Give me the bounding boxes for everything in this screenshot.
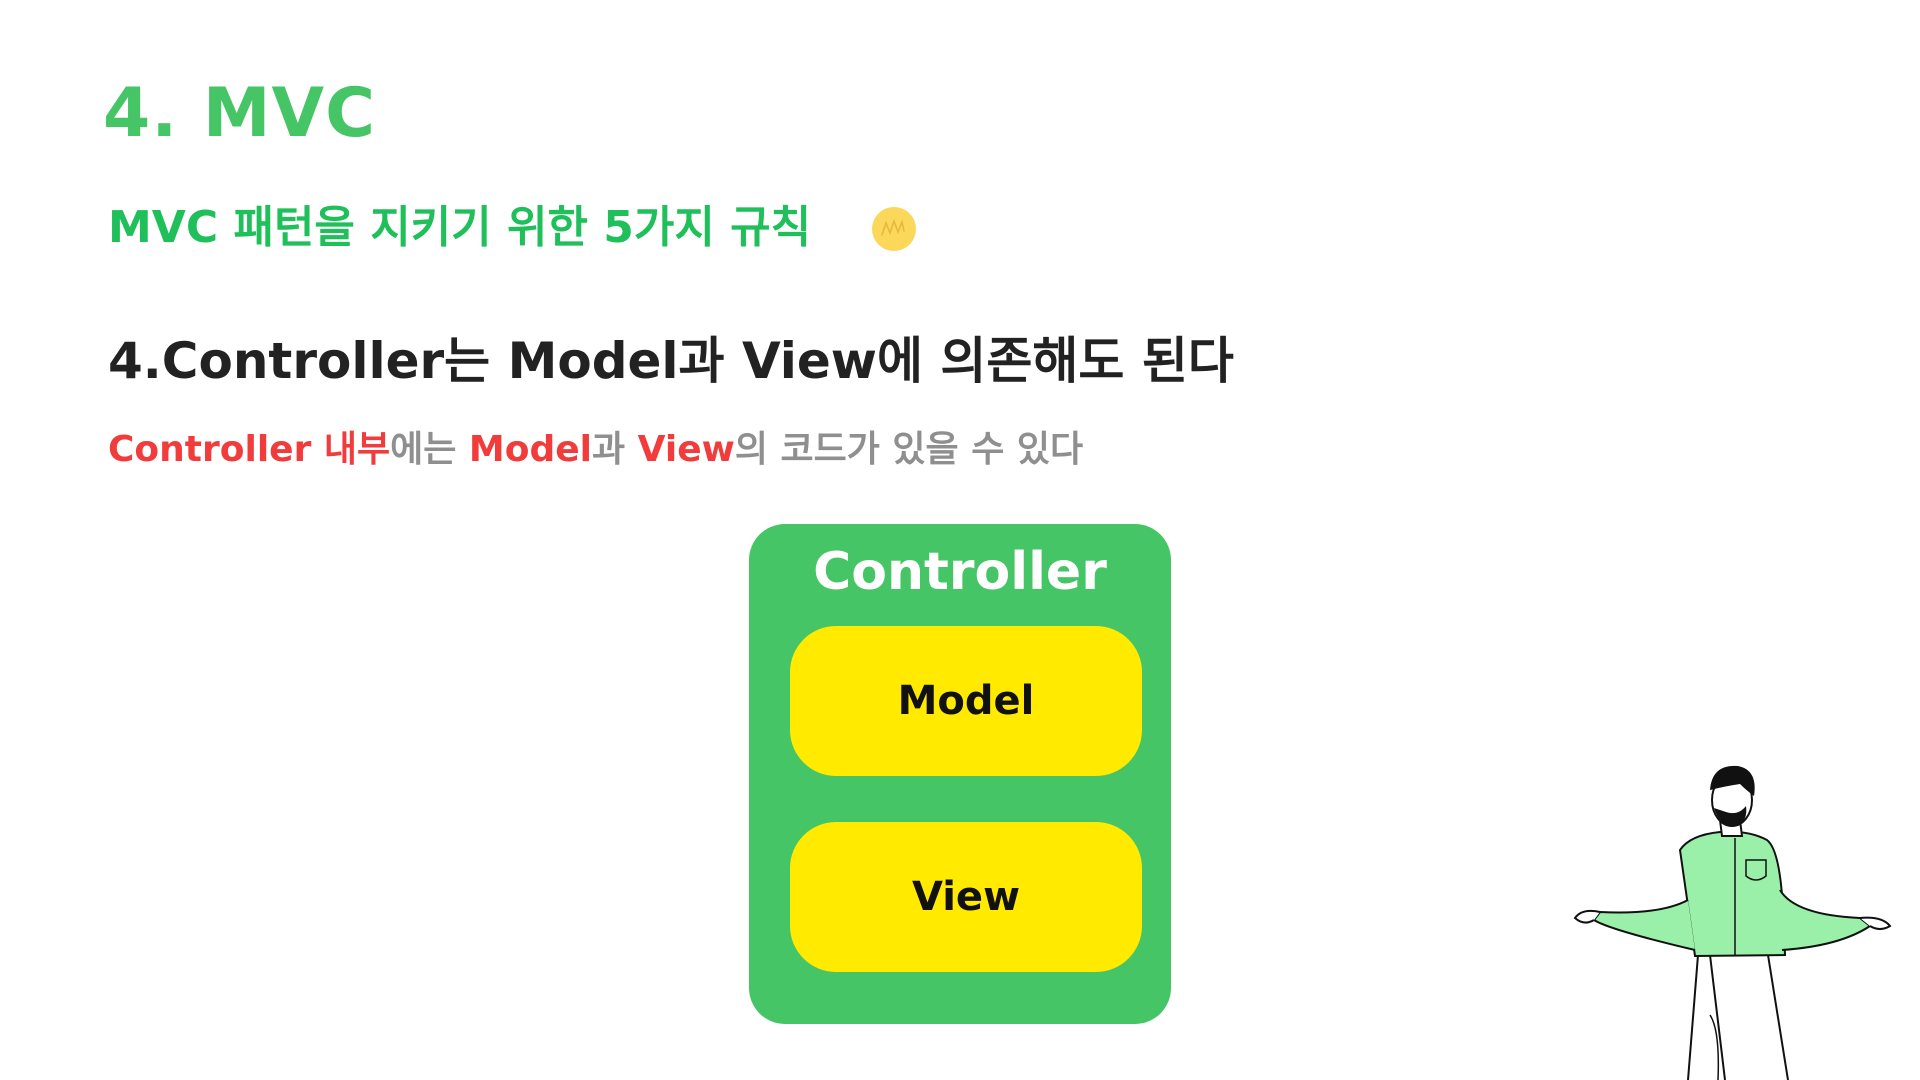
shrugging-person-illustration [1573,765,1892,1080]
description-text-1: 에는 [390,429,469,470]
controller-label: Controller [813,542,1107,602]
person-right-arm [1779,889,1872,951]
description-text-2: 과 [591,429,638,470]
model-box: Model [790,626,1142,776]
description-controller-inner: Controller 내부 [108,429,391,470]
person-legs [1687,954,1789,1080]
model-label: Model [897,678,1035,724]
rule-heading: 4.Controller는 Model과 View에 의존해도 된다 [108,332,1234,390]
person-leg-fold [1709,1014,1720,1080]
controller-box: Controller Model View [749,524,1171,1024]
sun-doodle-icon [872,207,916,251]
description-view: View [637,429,735,470]
rules-subtitle: MVC 패턴을 지키기 위한 5가지 규칙 [108,202,812,253]
sun-doodle-circle [872,207,916,251]
slide-title: 4. MVC [103,74,377,153]
description-model: Model [468,429,592,470]
person-shirt [1678,830,1787,958]
view-box: View [790,822,1142,972]
view-label: View [911,874,1021,920]
description-text-3: 의 코드가 있을 수 있다 [734,429,1084,470]
person-left-arm [1592,899,1696,951]
rule-description: Controller 내부에는 Model과 View의 코드가 있을 수 있다 [108,432,1083,468]
